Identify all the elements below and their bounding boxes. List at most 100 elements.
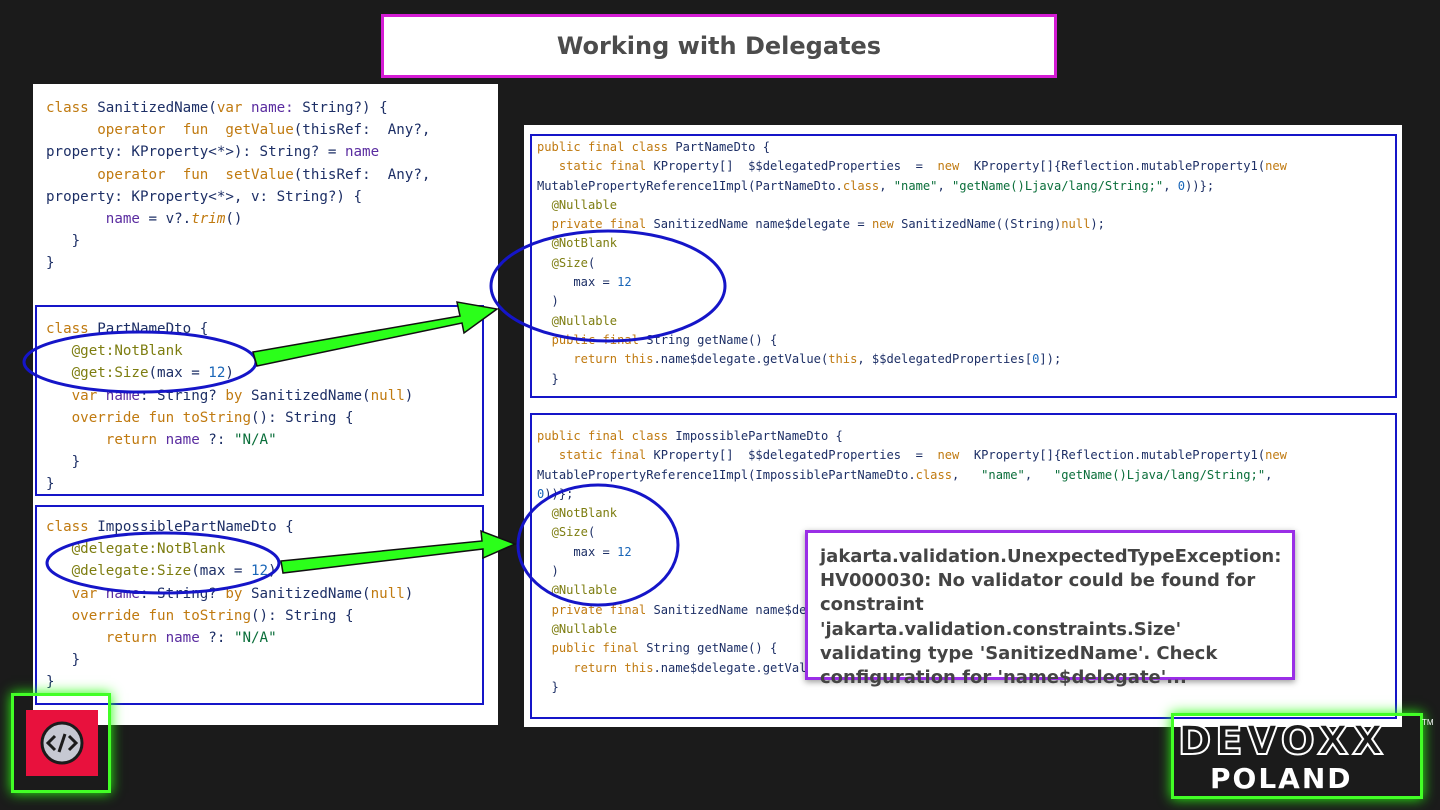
code-token: (thisRef: Any?, bbox=[293, 122, 431, 139]
code-token: max = bbox=[537, 544, 618, 559]
exception-message: jakarta.validation.UnexpectedTypeExcepti… bbox=[820, 546, 1282, 689]
code-token: (): String { bbox=[251, 607, 354, 624]
code-token: public final class bbox=[537, 140, 676, 154]
code-line: public final String getName() { bbox=[537, 331, 1287, 350]
code-line: class SanitizedName(var name: String?) { bbox=[46, 97, 430, 119]
code-token: @delegate:Size bbox=[71, 563, 192, 580]
java-partname-code: public final class PartNameDto { static … bbox=[537, 138, 1287, 389]
slide-title-text: Working with Delegates bbox=[556, 32, 882, 60]
code-line: property: KProperty<*>, v: String?) { bbox=[46, 186, 430, 208]
code-token: ) bbox=[404, 585, 414, 602]
code-token: String getName() { bbox=[646, 641, 778, 656]
code-line: MutablePropertyReference1Impl(Impossible… bbox=[537, 466, 1287, 485]
code-token: MutablePropertyReference1Impl(PartNameDt… bbox=[537, 178, 843, 193]
code-token: static final bbox=[558, 159, 654, 174]
code-token: SanitizedName( bbox=[251, 387, 371, 404]
code-token: ) bbox=[537, 564, 559, 579]
code-token: fun bbox=[182, 122, 209, 139]
code-token: ( bbox=[587, 255, 596, 270]
code-token: class bbox=[46, 100, 98, 116]
code-token: name: bbox=[251, 100, 303, 116]
code-token: private final bbox=[551, 217, 654, 232]
code-token: name bbox=[105, 387, 140, 404]
code-token: SanitizedName( bbox=[97, 100, 217, 116]
code-token: } bbox=[46, 674, 55, 691]
code-token: ?: bbox=[199, 432, 234, 449]
trademark-mark: TM bbox=[1422, 718, 1434, 727]
code-token: @get:NotBlank bbox=[71, 343, 183, 360]
code-token: 0 bbox=[1177, 178, 1186, 193]
code-token: "name" bbox=[893, 178, 938, 193]
code-token: , bbox=[937, 178, 953, 193]
code-token: return this bbox=[573, 352, 654, 367]
code-token: } bbox=[46, 476, 55, 493]
code-token: "getName()Ljava/lang/String;" bbox=[1053, 467, 1266, 482]
code-token: @get:Size bbox=[71, 365, 149, 382]
code-line: } bbox=[46, 473, 413, 495]
code-line: return name ?: "N/A" bbox=[46, 627, 413, 649]
code-token: (): String { bbox=[251, 409, 354, 426]
code-token: name bbox=[105, 585, 140, 602]
code-line: } bbox=[46, 671, 413, 693]
code-token: (max = bbox=[148, 365, 209, 382]
code-line: } bbox=[537, 370, 1287, 389]
code-token: var bbox=[216, 100, 252, 116]
code-token: PartNameDto { bbox=[675, 140, 770, 154]
code-token: MutablePropertyReference1Impl(Impossible… bbox=[537, 467, 916, 482]
poland-wordmark: POLAND bbox=[1210, 762, 1353, 795]
code-token: "N/A" bbox=[233, 432, 277, 449]
code-token: new bbox=[871, 217, 902, 232]
code-token: class bbox=[915, 467, 953, 482]
code-token: "N/A" bbox=[233, 630, 277, 647]
code-token: public final bbox=[551, 332, 647, 347]
code-line: @NotBlank bbox=[537, 504, 1287, 523]
code-token: @Nullable bbox=[551, 197, 618, 212]
code-token: .name$delegate.getValue( bbox=[653, 660, 829, 675]
code-token: , $$delegatedProperties[ bbox=[857, 352, 1033, 367]
code-token: : String? bbox=[139, 387, 226, 404]
code-token: @NotBlank bbox=[551, 236, 618, 251]
code-line: property: KProperty<*>): String? = name bbox=[46, 141, 430, 163]
code-line: } bbox=[46, 649, 413, 671]
code-token: "getName()Ljava/lang/String;" bbox=[952, 178, 1164, 193]
code-line: @NotBlank bbox=[537, 234, 1287, 253]
code-line: } bbox=[46, 230, 430, 252]
code-token: @NotBlank bbox=[551, 506, 618, 521]
code-token: } bbox=[537, 679, 559, 694]
code-token: operator bbox=[97, 166, 166, 183]
code-token: new bbox=[937, 159, 960, 174]
code-icon bbox=[40, 721, 84, 765]
code-line: class ImpossiblePartNameDto { bbox=[46, 516, 413, 538]
code-line: private final SanitizedName name$delegat… bbox=[537, 215, 1287, 234]
code-line: @Size( bbox=[537, 254, 1287, 273]
devoxx-poland-logo: DEVOXX POLAND TM bbox=[1171, 713, 1434, 799]
code-line: 0))}; bbox=[537, 485, 1287, 504]
code-token: public final bbox=[551, 641, 647, 656]
code-token: new bbox=[937, 448, 960, 463]
code-token: "name" bbox=[981, 467, 1025, 482]
code-token: ]); bbox=[1039, 352, 1062, 367]
sanitized-name-code: class SanitizedName(var name: String?) {… bbox=[46, 97, 430, 275]
code-token: , bbox=[1163, 178, 1178, 193]
code-token: 12 bbox=[251, 563, 269, 580]
code-token: KProperty[]{Reflection.mutableProperty1( bbox=[959, 448, 1266, 463]
code-token: private final bbox=[551, 602, 654, 617]
